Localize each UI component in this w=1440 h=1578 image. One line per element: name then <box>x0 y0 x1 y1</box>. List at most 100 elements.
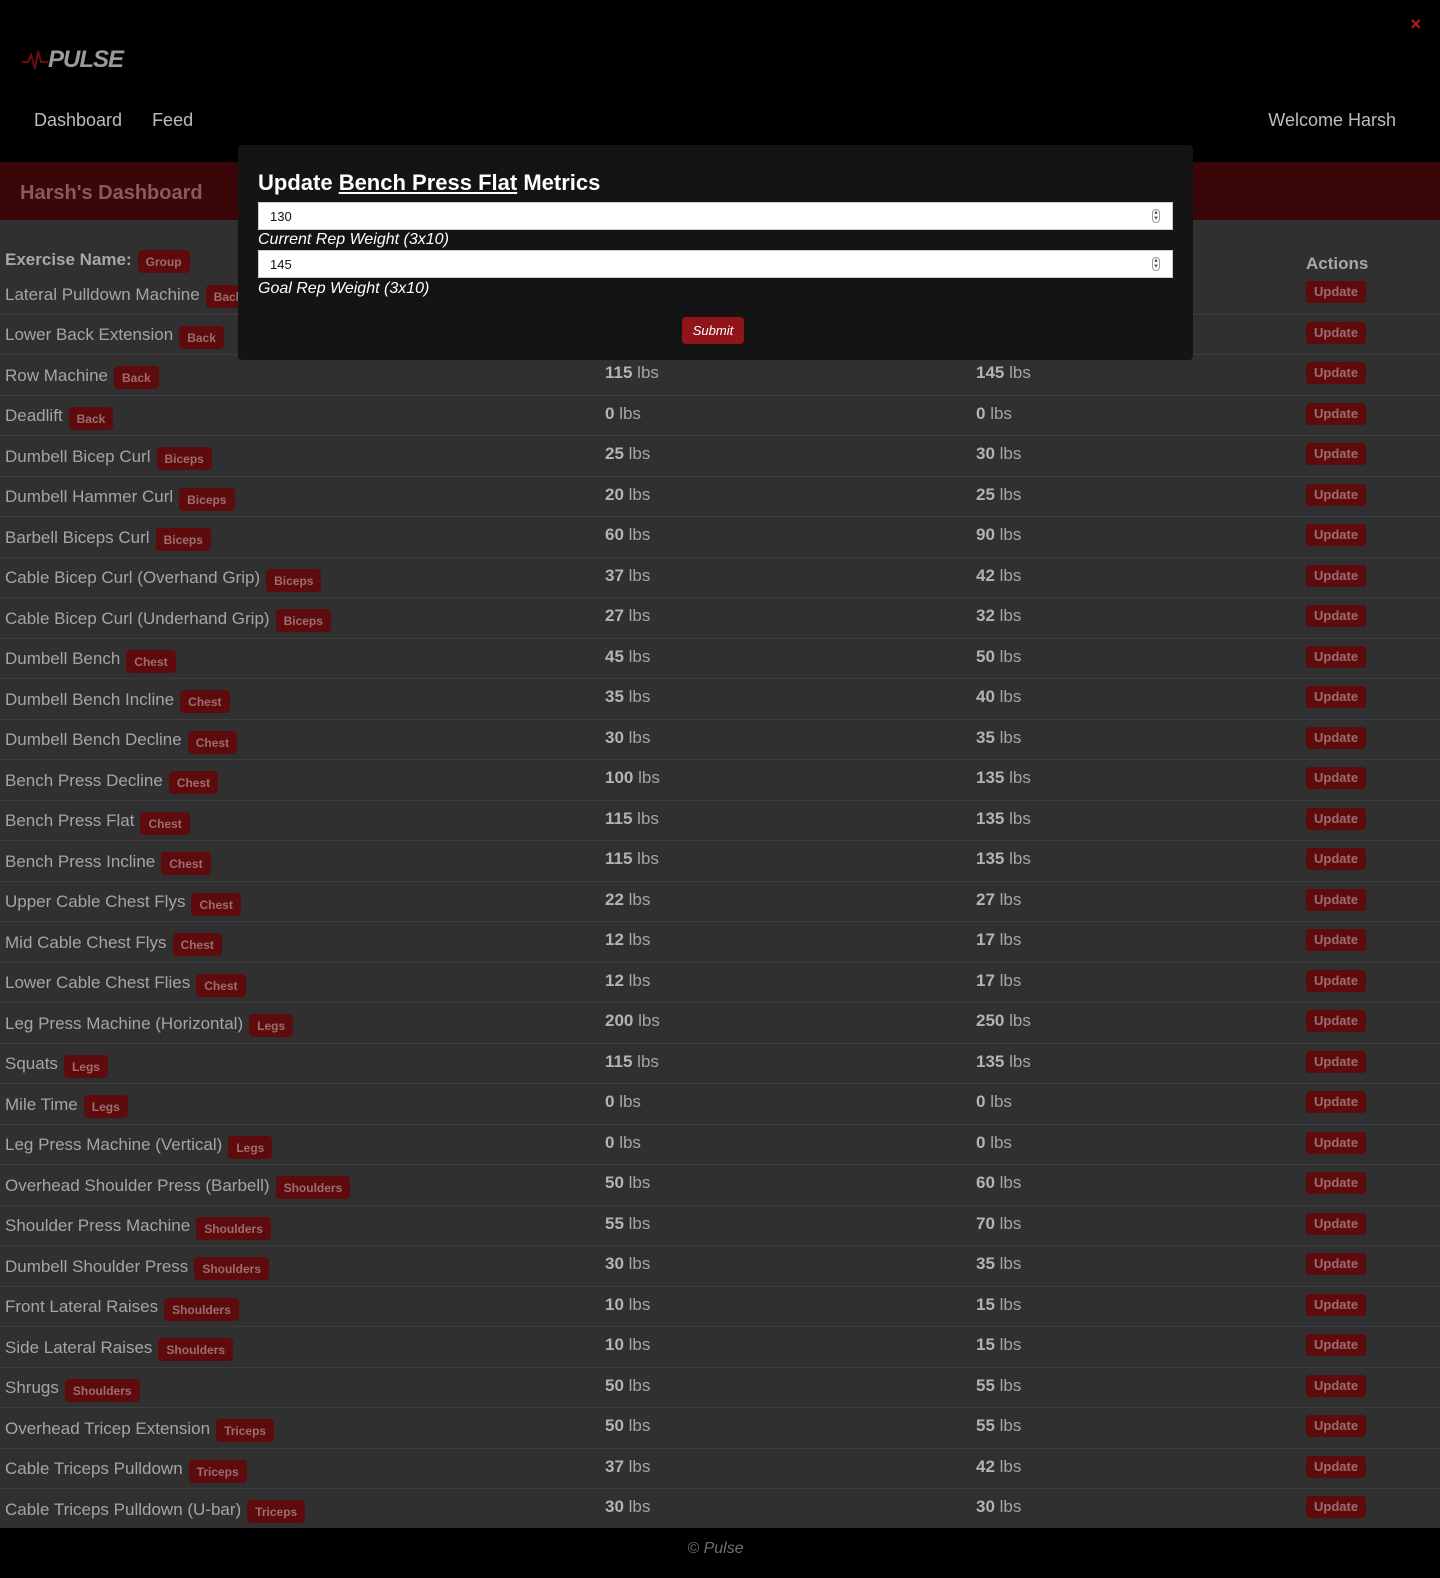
update-button[interactable]: Update <box>1306 362 1367 384</box>
pulse-logo[interactable]: PULSE <box>22 46 124 74</box>
update-button[interactable]: Update <box>1306 807 1367 830</box>
exercise-name-cell: Upper Cable Chest Flys Chest <box>5 891 241 916</box>
weight-unit: lbs <box>623 565 651 585</box>
update-button[interactable]: Update <box>1306 605 1367 627</box>
update-button[interactable]: Update <box>1306 564 1367 587</box>
current-weight-cell: 25 lbs <box>605 444 650 464</box>
submit-button[interactable]: Submit <box>682 317 744 344</box>
update-button[interactable]: Update <box>1306 402 1367 425</box>
group-badge: Chest <box>187 730 238 754</box>
update-button[interactable]: Update <box>1306 1374 1367 1397</box>
exercise-name: Cable Triceps Pulldown (U-bar) <box>5 1499 242 1519</box>
update-button[interactable]: Update <box>1306 848 1367 870</box>
weight-unit: lbs <box>994 1294 1022 1314</box>
update-button[interactable]: Update <box>1306 1091 1367 1113</box>
column-header-exercise-name: Exercise Name: Group <box>5 248 190 273</box>
update-button[interactable]: Update <box>1306 1334 1367 1356</box>
update-button[interactable]: Update <box>1306 321 1367 344</box>
exercise-name-cell: Leg Press Machine (Vertical) Legs <box>5 1134 273 1159</box>
exercise-name: Cable Triceps Pulldown <box>5 1459 183 1478</box>
update-button[interactable]: Update <box>1306 281 1367 303</box>
nav-dashboard-link[interactable]: Dashboard <box>34 110 122 131</box>
current-weight-cell: 37 lbs <box>605 1457 650 1477</box>
exercise-name: Overhead Shoulder Press (Barbell) <box>5 1175 270 1195</box>
update-button[interactable]: Update <box>1306 1010 1367 1032</box>
update-button[interactable]: Update <box>1306 1253 1367 1275</box>
goal-weight-cell: 145 lbs <box>976 363 1031 383</box>
table-row: Mile Time Legs 0 lbs 0 lbs Update <box>0 1084 1440 1125</box>
exercise-name: Cable Bicep Curl (Underhand Grip) <box>5 608 270 628</box>
table-row: Barbell Biceps Curl Biceps 60 lbs 90 lbs Upd… <box>0 517 1440 558</box>
exercise-name-cell: Squats Legs <box>5 1053 108 1078</box>
update-button[interactable]: Update <box>1306 1050 1367 1073</box>
table-row: Side Lateral Raises Shoulders 10 lbs 15 lbs… <box>0 1327 1440 1368</box>
nav-feed-link[interactable]: Feed <box>152 110 193 131</box>
update-button[interactable]: Update <box>1306 524 1367 546</box>
update-button[interactable]: Update <box>1306 726 1367 749</box>
update-button[interactable]: Update <box>1306 1415 1367 1437</box>
spinner-icon[interactable]: ▴ ▾ <box>1152 257 1160 271</box>
group-badge: Chest <box>180 690 230 713</box>
goal-weight-value: 40 <box>976 687 995 706</box>
spinner-icon[interactable]: ▴ ▾ <box>1152 209 1160 223</box>
current-weight-value: 55 <box>605 1213 624 1233</box>
group-badge: Chest <box>161 852 211 875</box>
exercise-name: Shoulder Press Machine <box>5 1216 191 1235</box>
update-button[interactable]: Update <box>1306 1212 1367 1235</box>
exercise-name: Dumbell Hammer Curl <box>5 487 174 506</box>
update-metrics-modal: Update Bench Press Flat Metrics 130 ▴ ▾ C… <box>238 145 1193 360</box>
goal-weight-value: 60 <box>976 1173 995 1192</box>
update-button[interactable]: Update <box>1306 969 1367 992</box>
current-weight-value: 25 <box>605 444 624 463</box>
update-button[interactable]: Update <box>1306 888 1367 911</box>
exercise-name: Front Lateral Raises <box>5 1297 159 1316</box>
goal-weight-value: 42 <box>976 565 995 585</box>
current-weight-value: 50 <box>605 1375 624 1395</box>
update-button[interactable]: Update <box>1306 929 1367 951</box>
logo-text: PULSE <box>48 46 124 73</box>
exercise-name-cell: Lower Cable Chest Flies Chest <box>5 972 246 997</box>
goal-weight-cell: 0 lbs <box>976 404 1012 424</box>
goal-rep-weight-input[interactable]: 145 ▴ ▾ <box>258 250 1173 278</box>
goal-weight-cell: 35 lbs <box>976 1254 1021 1274</box>
update-button[interactable]: Update <box>1306 1455 1367 1478</box>
update-button[interactable]: Update <box>1306 686 1367 708</box>
update-button[interactable]: Update <box>1306 1293 1367 1316</box>
exercise-name-cell: Overhead Tricep Extension Triceps <box>5 1417 275 1442</box>
current-weight-value: 37 <box>605 565 624 585</box>
update-button[interactable]: Update <box>1306 767 1367 789</box>
weight-unit: lbs <box>623 484 651 504</box>
update-button[interactable]: Update <box>1306 483 1367 506</box>
current-weight-cell: 30 lbs <box>605 1497 650 1517</box>
current-weight-cell: 30 lbs <box>605 1254 650 1274</box>
close-modal-icon[interactable]: × <box>1410 14 1421 35</box>
goal-weight-cell: 135 lbs <box>976 1052 1031 1072</box>
goal-weight-cell: 0 lbs <box>976 1133 1012 1153</box>
exercise-name-cell: Dumbell Shoulder Press Shoulders <box>5 1255 269 1280</box>
exercise-name: Dumbell Bench Incline <box>5 689 175 709</box>
current-weight-cell: 27 lbs <box>605 606 650 626</box>
goal-weight-value: 90 <box>976 525 995 544</box>
modal-title-prefix: Update <box>258 170 333 195</box>
exercise-name-cell: Cable Triceps Pulldown Triceps <box>5 1458 247 1483</box>
update-button[interactable]: Update <box>1306 1496 1367 1518</box>
weight-unit: lbs <box>623 1254 651 1273</box>
weight-unit: lbs <box>623 646 651 666</box>
update-button[interactable]: Update <box>1306 1172 1367 1194</box>
current-weight-cell: 50 lbs <box>605 1173 650 1193</box>
update-button[interactable]: Update <box>1306 645 1367 668</box>
weight-unit: lbs <box>994 606 1022 625</box>
weight-unit: lbs <box>623 889 651 909</box>
update-button[interactable]: Update <box>1306 1131 1367 1154</box>
weight-unit: lbs <box>633 768 660 787</box>
table-row: Front Lateral Raises Shoulders 10 lbs 15 lb… <box>0 1287 1440 1327</box>
current-weight-cell: 12 lbs <box>605 930 650 950</box>
current-rep-weight-input[interactable]: 130 ▴ ▾ <box>258 202 1173 230</box>
table-row: Cable Bicep Curl (Underhand Grip) Biceps 2… <box>0 598 1440 639</box>
current-weight-value: 115 <box>605 363 633 382</box>
update-button[interactable]: Update <box>1306 443 1367 465</box>
exercise-name: Barbell Biceps Curl <box>5 527 150 547</box>
weight-unit: lbs <box>1004 1011 1031 1030</box>
modal-title: Update Bench Press Flat Metrics <box>258 170 600 196</box>
header-group-badge: Group <box>137 250 190 273</box>
